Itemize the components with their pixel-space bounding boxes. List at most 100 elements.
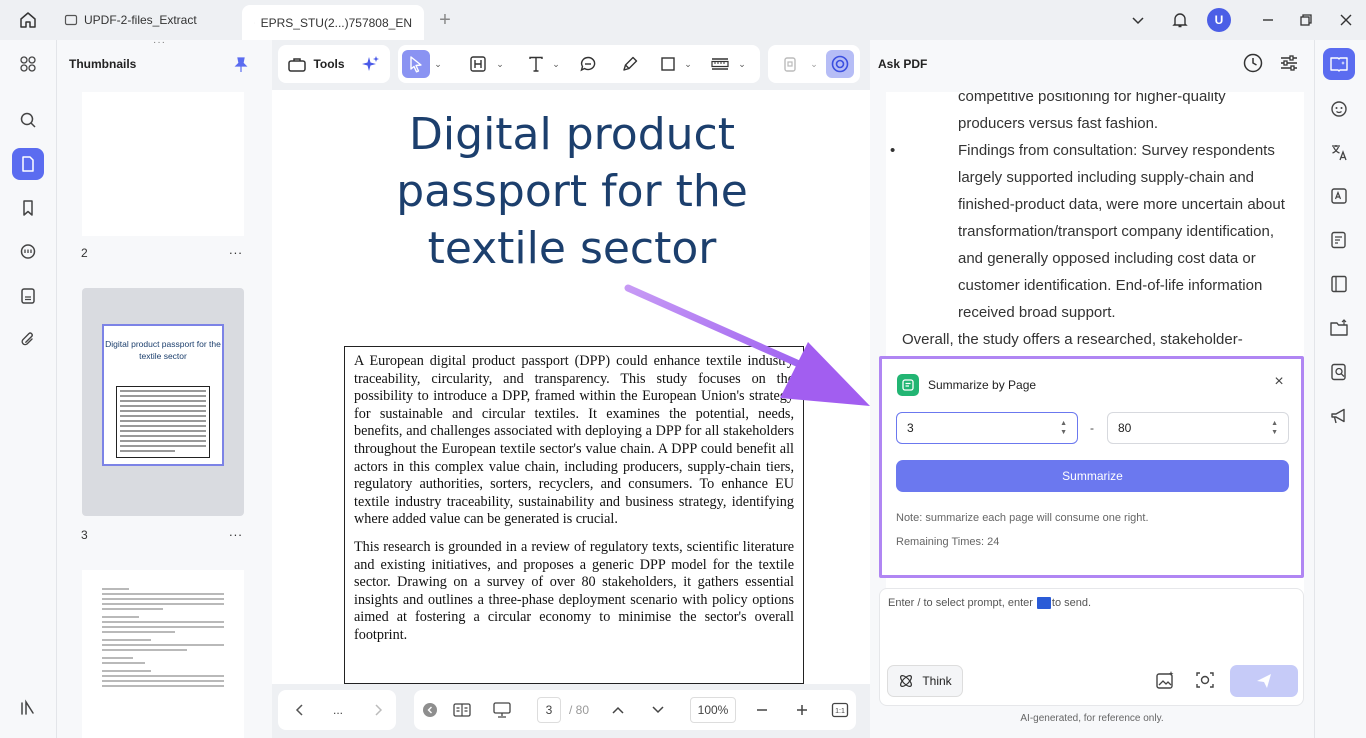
chevron-down-icon[interactable]: ⌄ [736, 50, 748, 78]
restore-icon[interactable] [1292, 8, 1320, 32]
search-document-icon[interactable] [1323, 356, 1355, 388]
thumbnail-more-button[interactable]: ... [229, 524, 243, 539]
avatar[interactable]: U [1207, 8, 1231, 32]
form-fill-icon[interactable] [1323, 224, 1355, 256]
chat-line: largely supported including supply-chain… [958, 169, 1255, 186]
prompt-input[interactable]: Enter / to select prompt, enter to send.… [879, 588, 1304, 706]
page-thumbnail-3[interactable]: Digital product passport for the textile… [82, 288, 244, 516]
toolbox-icon [288, 58, 307, 72]
panel-resize-handle[interactable]: ··· [153, 38, 166, 48]
megaphone-icon[interactable] [1323, 400, 1355, 432]
ai-sparkle-icon[interactable] [358, 50, 384, 78]
svg-text:1:1: 1:1 [835, 708, 845, 715]
cursor-icon [410, 56, 422, 73]
screenshot-icon[interactable] [1194, 669, 1218, 693]
rectangle-tool-icon[interactable] [654, 50, 682, 78]
new-tab-button[interactable]: + [434, 8, 456, 32]
tab-eprs-document[interactable]: EPRS_STU(2...)757808_EN [242, 5, 424, 40]
home-icon[interactable] [14, 8, 42, 32]
search-icon[interactable] [12, 104, 44, 136]
header-tool-icon[interactable] [464, 50, 492, 78]
stamp-icon[interactable] [776, 50, 804, 78]
attachment-icon[interactable] [12, 324, 44, 356]
page-number-input[interactable]: 3 [536, 697, 562, 723]
more-pages-button[interactable]: ... [326, 698, 350, 722]
layers-icon[interactable] [12, 692, 44, 724]
ai-assistant-icon[interactable] [826, 50, 854, 78]
chevron-down-icon[interactable]: ⌄ [682, 50, 694, 78]
left-tool-rail [0, 40, 56, 738]
chat-line: transformation/transport company identif… [958, 223, 1274, 240]
page-thumbnail-4[interactable] [82, 570, 244, 738]
summarize-button[interactable]: Summarize [896, 460, 1289, 492]
spinner-icon[interactable]: ▲ ▼ [1060, 419, 1067, 437]
chevron-down-icon[interactable]: ⌄ [432, 50, 444, 78]
history-icon[interactable] [1242, 52, 1266, 76]
tools-button[interactable]: Tools [286, 50, 346, 78]
pin-icon[interactable] [233, 56, 249, 79]
grid-icon[interactable] [12, 48, 44, 80]
form-icon[interactable] [12, 280, 44, 312]
page-thumbnail-2[interactable] [82, 92, 244, 236]
comment-icon[interactable] [12, 236, 44, 268]
thumbnail-more-button[interactable]: ... [229, 242, 243, 257]
select-tool-button[interactable] [402, 50, 430, 78]
minimize-icon[interactable] [1254, 8, 1282, 32]
ocr-text-icon[interactable] [1323, 180, 1355, 212]
zoom-in-icon[interactable] [790, 698, 814, 722]
spinner-icon[interactable]: ▲ ▼ [1271, 419, 1278, 437]
abstract-paragraph-1: A European digital product passport (DPP… [354, 353, 794, 528]
thumbnail-page-number: 3 [81, 528, 88, 542]
text-tool-icon[interactable] [522, 50, 550, 78]
ask-pdf-icon[interactable] [1323, 48, 1355, 80]
two-page-view-icon[interactable] [450, 698, 474, 722]
previous-page-icon[interactable] [288, 698, 312, 722]
chat-line: customer identification. End-of-life inf… [958, 277, 1263, 294]
page-icon[interactable] [12, 148, 44, 180]
document-title: Digital product passport for the textile… [396, 109, 748, 274]
thumbnails-panel: ··· Thumbnails 2 ... Digital product pas… [56, 38, 272, 738]
actual-size-icon[interactable]: 1:1 [828, 698, 852, 722]
ai-chat-icon[interactable] [1323, 92, 1355, 124]
ruler-tool-icon[interactable] [706, 50, 734, 78]
chat-line: Overall, the study offers a researched, … [902, 331, 1243, 348]
settings-sliders-icon[interactable] [1278, 52, 1302, 76]
chevron-up-icon[interactable] [606, 698, 630, 722]
bookmark-icon[interactable] [12, 192, 44, 224]
edit-tools-group: ⌄ ⌄ ⌄ ⌄ ⌄ [398, 45, 760, 83]
send-button[interactable] [1230, 665, 1298, 697]
image-upload-icon[interactable] [1154, 669, 1178, 693]
to-page-input[interactable]: 80 ▲ ▼ [1107, 412, 1289, 444]
translate-icon[interactable] [1323, 136, 1355, 168]
chevron-down-icon[interactable]: ⌄ [808, 50, 820, 78]
close-icon[interactable] [1332, 8, 1360, 32]
summarize-note: Note: summarize each page will consume o… [896, 512, 1149, 524]
highlighter-icon[interactable] [616, 50, 644, 78]
mini-abstract-box [116, 386, 210, 458]
comment-tool-icon[interactable] [574, 50, 602, 78]
summarize-icon [897, 374, 919, 396]
next-page-icon[interactable] [366, 698, 390, 722]
dialog-title: Summarize by Page [928, 378, 1037, 392]
bell-icon[interactable] [1166, 8, 1194, 32]
zoom-out-icon[interactable] [750, 698, 774, 722]
document-viewer[interactable]: Digital product passport for the textile… [272, 90, 870, 684]
summarize-by-page-dialog: Summarize by Page × 3 ▲ ▼ - 80 ▲ ▼ Summari… [879, 356, 1304, 578]
chevron-down-icon[interactable]: ⌄ [494, 50, 506, 78]
chevron-down-icon[interactable] [1124, 8, 1152, 32]
title-bar: UPDF-2-files_Extract EPRS_STU(2...)75780… [0, 0, 1366, 40]
current-page-field[interactable]: 3 [537, 697, 561, 723]
from-page-input[interactable]: 3 ▲ ▼ [896, 412, 1078, 444]
presentation-icon[interactable] [490, 698, 514, 722]
book-icon[interactable] [1323, 268, 1355, 300]
folder-export-icon[interactable] [1323, 312, 1355, 344]
tab-updf-extract[interactable]: UPDF-2-files_Extract [52, 5, 238, 35]
zoom-level[interactable]: 100% [690, 697, 736, 723]
think-button[interactable]: Think [887, 665, 963, 697]
chevron-down-icon[interactable]: ⌄ [550, 50, 562, 78]
remaining-times: Remaining Times: 24 [896, 536, 1000, 548]
collapse-icon[interactable] [420, 698, 440, 722]
close-icon[interactable]: × [1271, 373, 1287, 391]
tab-label: EPRS_STU(2...)757808_EN [260, 15, 412, 30]
chevron-down-icon[interactable] [646, 698, 670, 722]
